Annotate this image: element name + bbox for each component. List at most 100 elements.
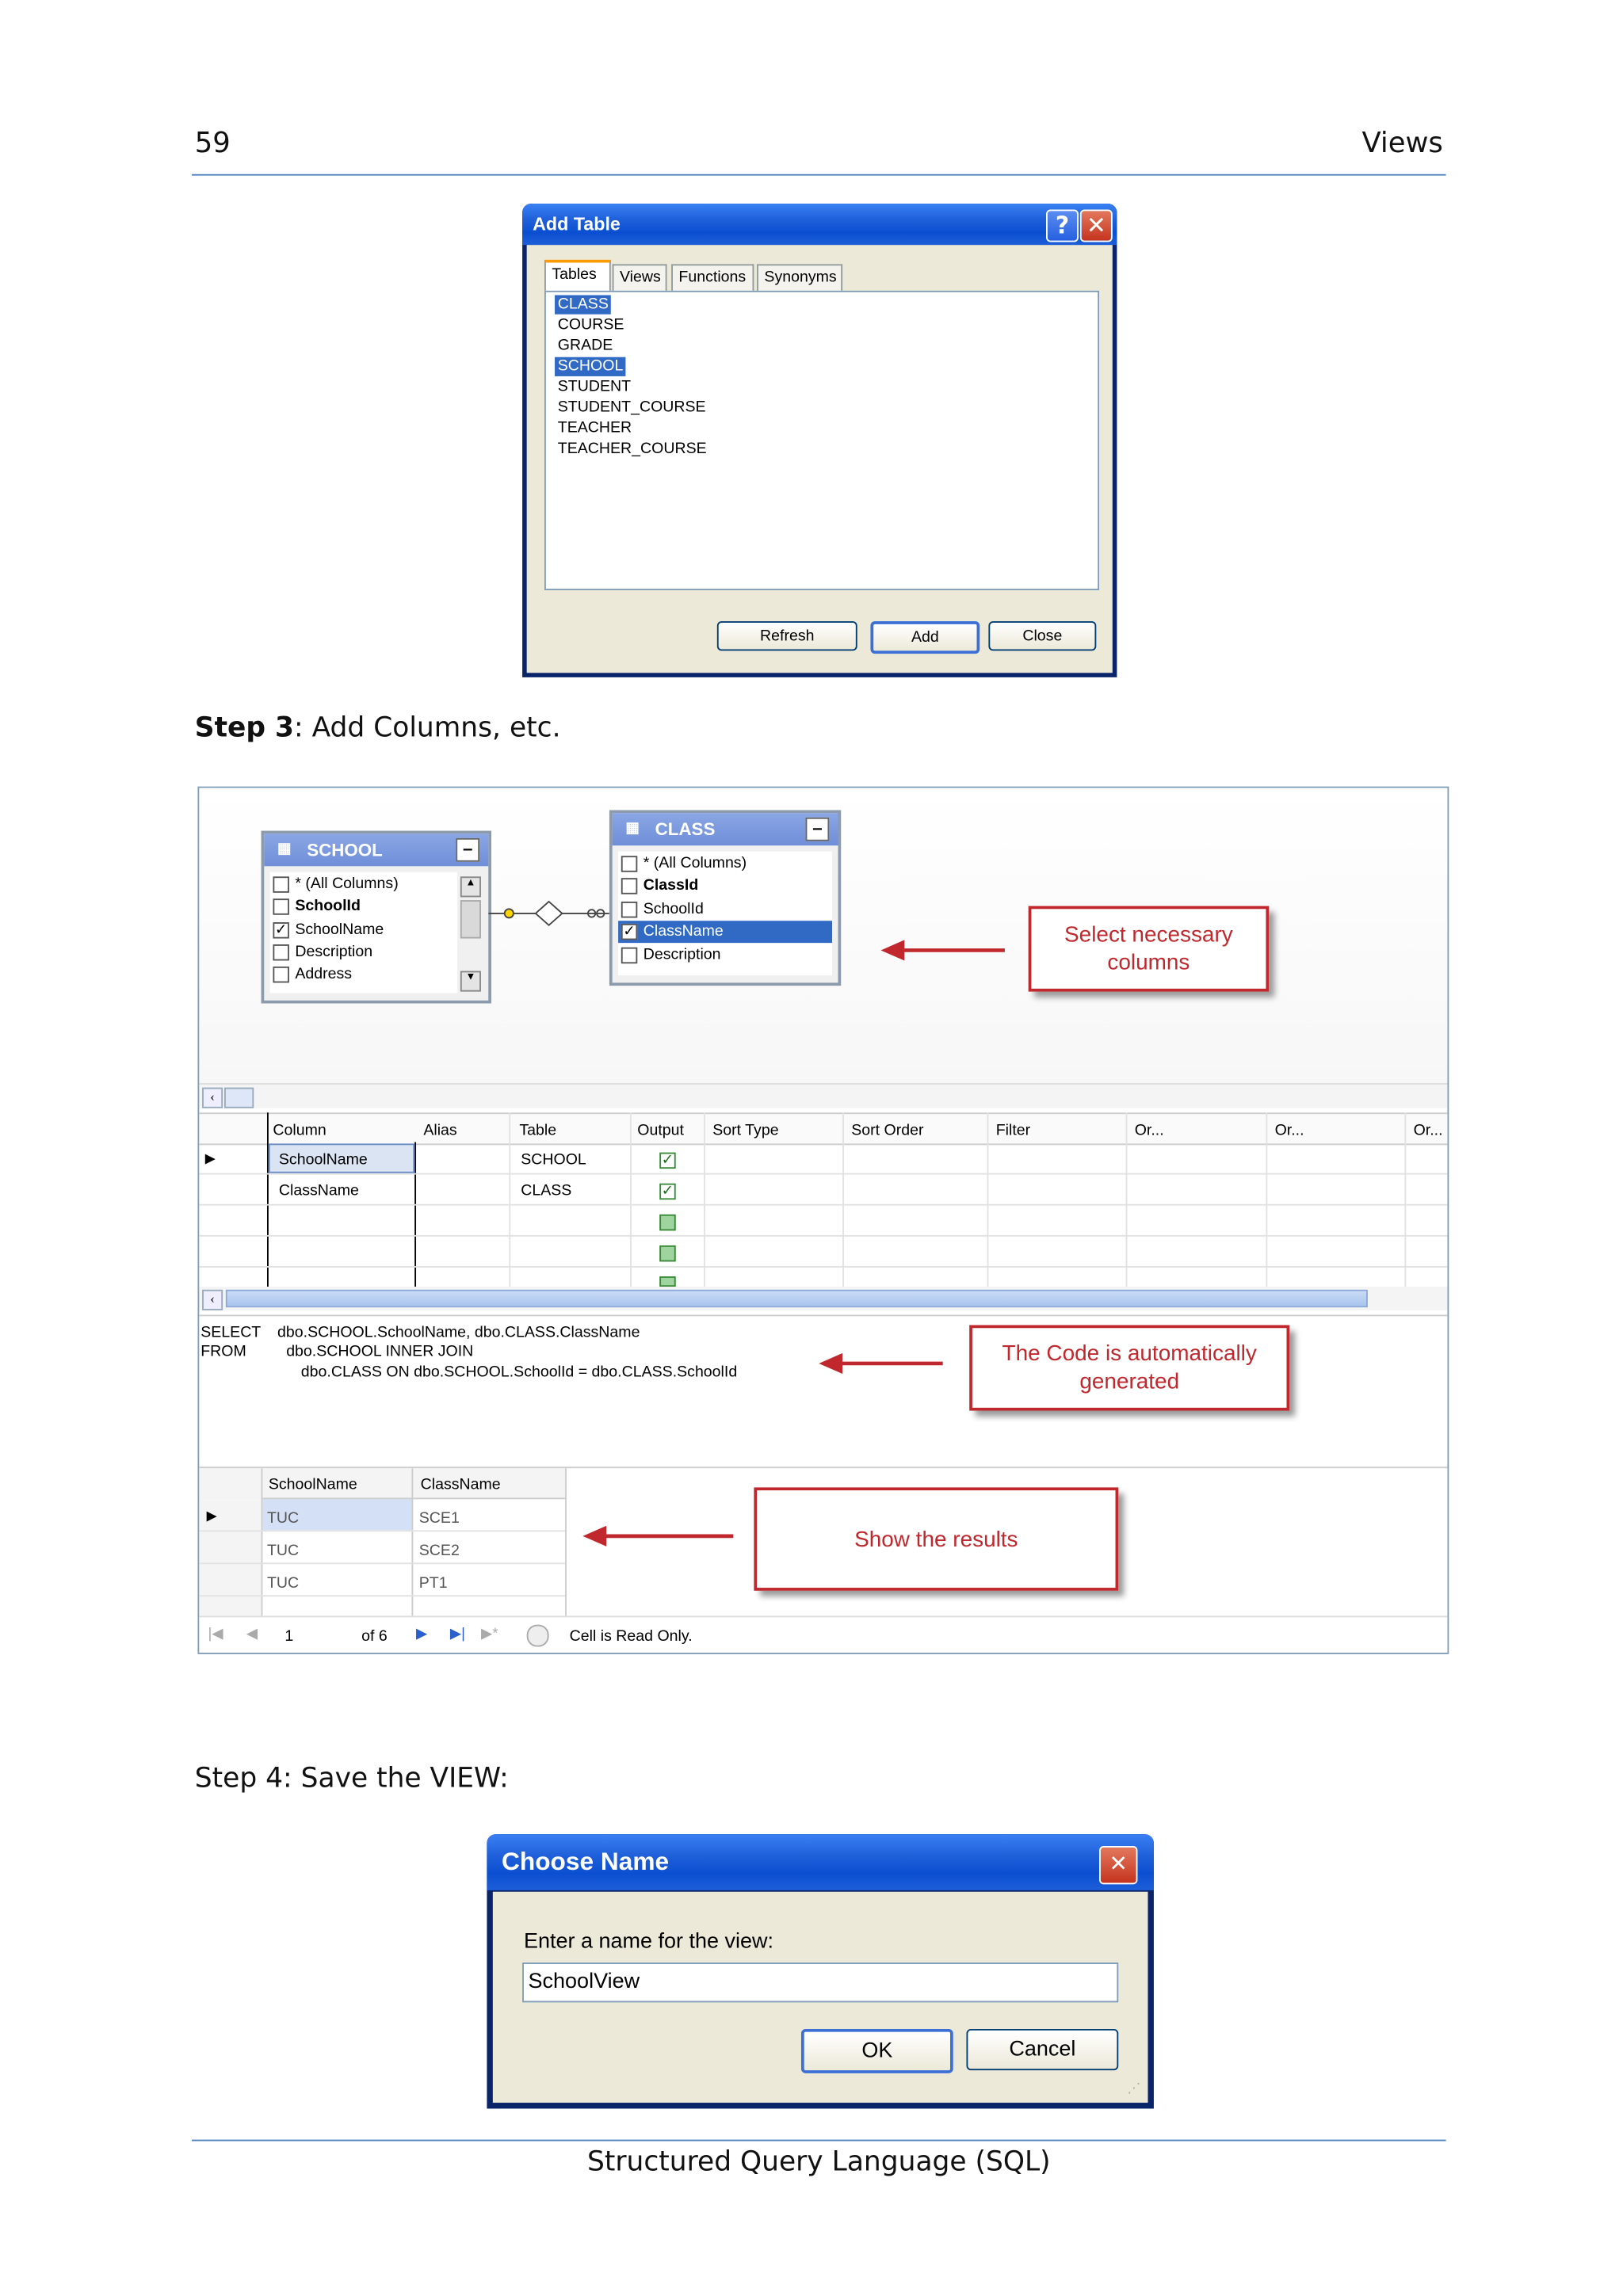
resize-grip-icon[interactable]: ⋰ — [1127, 2081, 1140, 2096]
minimize-icon[interactable]: – — [456, 837, 480, 862]
add-button[interactable]: Add — [870, 621, 980, 654]
class-table-box[interactable]: ▦ CLASS – * (All Columns) ClassId School… — [609, 810, 842, 986]
list-item[interactable]: TEACHER_COURSE — [555, 440, 709, 459]
list-item[interactable]: STUDENT_COURSE — [555, 399, 708, 418]
close-icon[interactable]: ✕ — [1079, 209, 1113, 242]
checkbox[interactable]: ✓ — [273, 922, 289, 939]
list-item[interactable]: STUDENT — [555, 378, 634, 397]
list-item[interactable]: CLASS — [555, 295, 612, 315]
checkbox[interactable] — [273, 898, 289, 915]
output-checkbox[interactable]: ✓ — [659, 1152, 676, 1169]
column-header[interactable]: Sort Type — [712, 1122, 778, 1139]
result-cell[interactable]: TUC — [267, 1542, 299, 1559]
previous-record-icon[interactable]: ◀ — [246, 1626, 258, 1642]
help-icon[interactable]: ? — [1046, 209, 1079, 242]
column-header[interactable]: SchoolName — [269, 1476, 357, 1493]
stop-icon[interactable] — [526, 1624, 549, 1647]
grid-cell[interactable]: SCHOOL — [521, 1151, 586, 1169]
column-header[interactable]: Filter — [996, 1122, 1030, 1139]
school-table-box[interactable]: ▦ SCHOOL – * (All Columns) SchoolId ✓ Sc… — [261, 830, 491, 1004]
step3-text: : Add Columns, etc. — [294, 712, 561, 744]
view-name-field[interactable]: SchoolView — [522, 1962, 1119, 2003]
grid-hscroll[interactable]: ‹ — [199, 1287, 1448, 1310]
sql-keyword: FROM — [200, 1342, 246, 1361]
column-header[interactable]: Alias — [423, 1122, 456, 1139]
result-cell[interactable]: SCE2 — [419, 1542, 460, 1559]
step3-label: Step 3 — [194, 712, 295, 744]
list-item[interactable]: SCHOOL — [555, 357, 627, 376]
grid-cell[interactable]: SchoolName — [279, 1151, 368, 1169]
column-item: * (All Columns) — [643, 854, 747, 872]
row-pointer-icon: ▶ — [206, 1508, 217, 1524]
new-record-icon[interactable]: ▶* — [481, 1626, 498, 1642]
list-item[interactable]: TEACHER — [555, 419, 635, 438]
list-item[interactable]: GRADE — [555, 337, 616, 356]
output-checkbox[interactable] — [659, 1214, 676, 1231]
scrollbar[interactable]: ▲ ▼ — [460, 876, 481, 995]
column-header[interactable]: Or... — [1275, 1122, 1304, 1139]
close-button[interactable]: Close — [988, 621, 1097, 651]
grid-line — [199, 1234, 1448, 1237]
list-item[interactable]: COURSE — [555, 316, 627, 335]
cancel-button[interactable]: Cancel — [966, 2028, 1119, 2071]
column-header[interactable]: Or... — [1414, 1122, 1443, 1139]
result-cell[interactable]: PT1 — [419, 1574, 448, 1592]
column-header[interactable]: Or... — [1135, 1122, 1164, 1139]
scroll-left-icon[interactable]: ‹ — [202, 1087, 223, 1108]
choose-name-titlebar: Choose Name ✕ — [487, 1834, 1154, 1890]
checkbox[interactable]: ✓ — [621, 923, 638, 940]
tab-synonyms[interactable]: Synonyms — [757, 264, 843, 291]
column-header[interactable]: ClassName — [421, 1476, 501, 1493]
grid-line — [629, 1112, 632, 1287]
class-columns-list: * (All Columns) ClassId SchoolId ✓ Class… — [618, 851, 833, 976]
column-header[interactable]: Table — [519, 1122, 556, 1139]
scroll-up-icon[interactable]: ▲ — [460, 876, 481, 898]
checkbox[interactable] — [273, 876, 289, 893]
checkbox[interactable] — [621, 856, 638, 872]
checkbox[interactable] — [273, 944, 289, 961]
relationship-line — [488, 900, 609, 927]
tab-functions[interactable]: Functions — [671, 264, 754, 291]
refresh-button[interactable]: Refresh — [716, 621, 857, 651]
close-icon[interactable]: ✕ — [1099, 1845, 1138, 1885]
first-record-icon[interactable]: |◀ — [208, 1626, 223, 1642]
tables-list[interactable]: CLASS COURSE GRADE SCHOOL STUDENT STUDEN… — [544, 290, 1100, 590]
column-header[interactable]: Output — [637, 1122, 684, 1139]
sql-line: dbo.SCHOOL.SchoolName, dbo.CLASS.ClassNa… — [277, 1323, 640, 1342]
scroll-down-icon[interactable]: ▼ — [460, 971, 481, 992]
result-cell[interactable]: SCE1 — [419, 1509, 460, 1527]
checkbox[interactable] — [621, 947, 638, 964]
scroll-thumb[interactable] — [223, 1087, 254, 1108]
column-header[interactable]: Column — [273, 1122, 326, 1139]
grid-line — [199, 1530, 566, 1532]
result-cell[interactable]: TUC — [267, 1574, 299, 1592]
output-checkbox[interactable]: ✓ — [659, 1183, 676, 1200]
tab-views[interactable]: Views — [612, 264, 667, 291]
table-icon: ▦ — [277, 841, 292, 858]
footer-title: Structured Query Language (SQL) — [586, 2146, 1051, 2179]
tab-tables[interactable]: Tables — [544, 259, 611, 291]
scroll-thumb[interactable] — [225, 1289, 1368, 1308]
diagram-hscroll[interactable]: ‹ — [199, 1083, 1448, 1108]
scroll-left-icon[interactable]: ‹ — [202, 1289, 223, 1310]
grid-cell[interactable]: CLASS — [521, 1182, 571, 1199]
column-header[interactable]: Sort Order — [851, 1122, 923, 1139]
next-record-icon[interactable]: ▶ — [416, 1626, 427, 1642]
checkbox[interactable] — [273, 966, 289, 983]
scroll-thumb[interactable] — [460, 900, 481, 939]
grid-cell[interactable]: ClassName — [279, 1182, 359, 1199]
checkbox[interactable] — [621, 901, 638, 918]
last-record-icon[interactable]: ▶| — [450, 1626, 465, 1642]
grid-header — [199, 1112, 1448, 1146]
output-checkbox[interactable] — [659, 1276, 676, 1287]
column-item: * (All Columns) — [295, 875, 399, 893]
record-number-field[interactable]: 1 — [285, 1627, 293, 1645]
column-item: ClassName — [643, 922, 724, 940]
table-icon: ▦ — [625, 820, 640, 837]
name-prompt: Enter a name for the view: — [523, 1930, 774, 1954]
checkbox[interactable] — [621, 878, 638, 894]
output-checkbox[interactable] — [659, 1245, 676, 1262]
minimize-icon[interactable]: – — [805, 817, 830, 841]
result-cell[interactable]: TUC — [267, 1509, 299, 1527]
ok-button[interactable]: OK — [800, 2028, 953, 2073]
